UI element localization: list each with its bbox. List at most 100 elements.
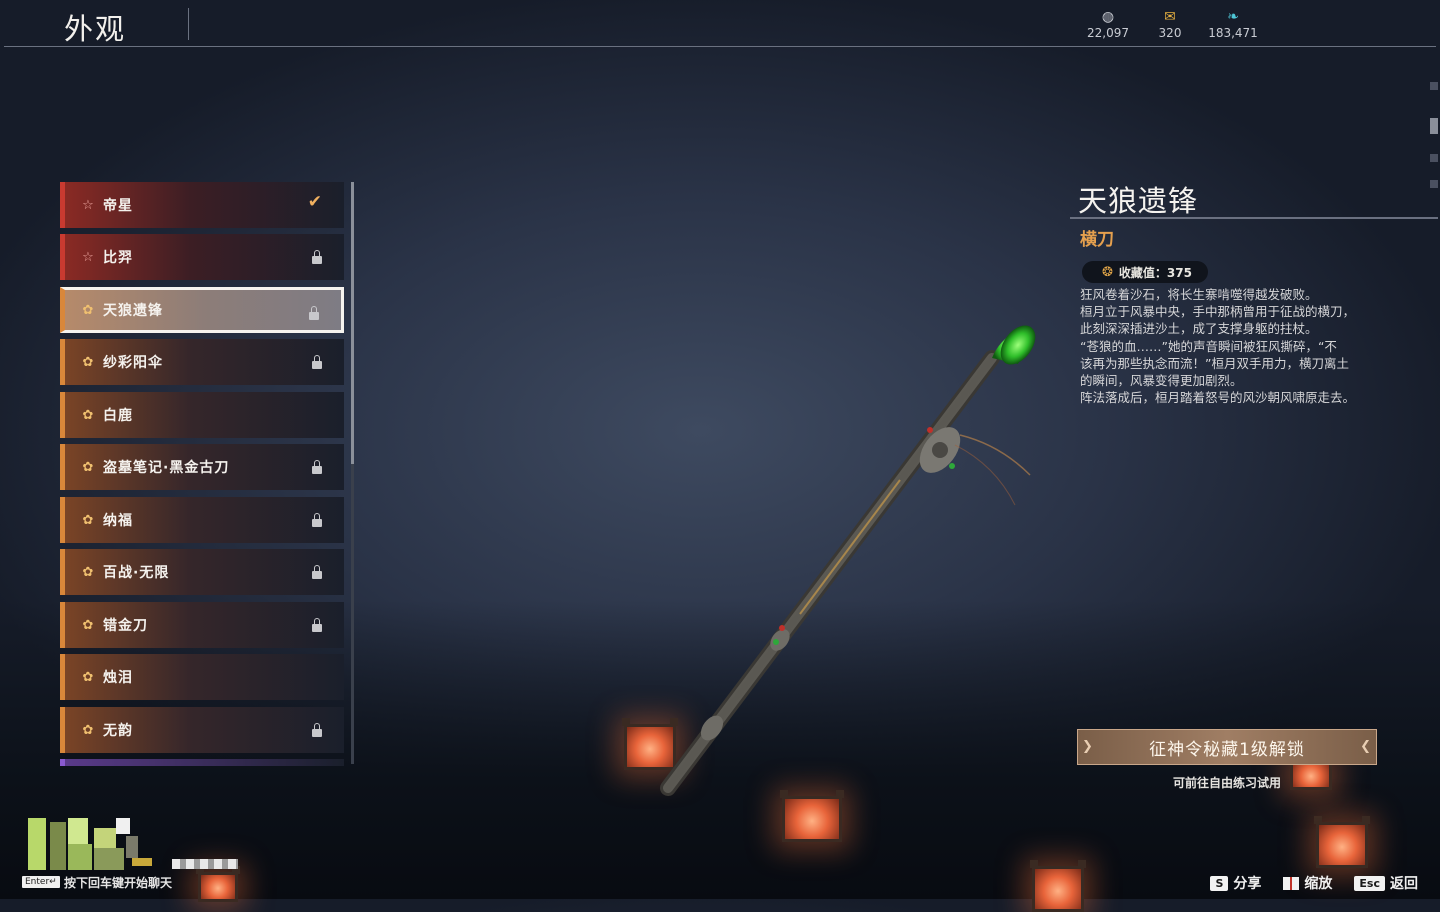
list-item[interactable]: ✿ 百战·无限 (60, 549, 344, 595)
currency-feather: ❧ 183,471 (1203, 8, 1263, 40)
list-scrollbar[interactable] (351, 182, 354, 764)
chevron-left-icon: ❯ (1082, 739, 1094, 754)
lock-icon (312, 250, 322, 264)
list-item[interactable]: ✿ 错金刀 (60, 602, 344, 648)
chat-hint[interactable]: 按下回车键开始聊天 (64, 874, 172, 891)
list-item-label: 百战·无限 (103, 565, 170, 581)
collection-icon: ❂ (1102, 264, 1113, 280)
flower-icon: ✿ (82, 564, 94, 580)
ticket-icon: ✉ (1164, 9, 1176, 25)
flower-icon: ✿ (82, 669, 94, 685)
coin-icon: ◍ (1101, 9, 1115, 25)
trial-hint: 可前往自由练习试用 (1172, 776, 1281, 790)
list-item[interactable]: ✿ 白鹿 (60, 392, 344, 438)
list-item[interactable]: ☆ 帝星 ✔ (60, 182, 344, 228)
list-item-label: 天狼遗锋 (103, 303, 163, 319)
share-shortcut[interactable]: S 分享 (1210, 873, 1261, 893)
shortcut-bar: S 分享 缩放 Esc 返回 (1210, 873, 1418, 893)
lantern-decoration (196, 866, 240, 902)
description-line: 桓月立于风暴中央，手中那柄曾用于征战的横刀， (1080, 304, 1356, 320)
currency-ticket: ✉ 320 (1140, 8, 1200, 40)
flower-icon: ✿ (82, 722, 94, 738)
flower-icon: ✿ (82, 407, 94, 423)
lock-icon (312, 565, 322, 579)
flower-icon: ✿ (82, 354, 94, 370)
lock-icon (312, 355, 322, 369)
list-item[interactable]: ✿ 纳福 (60, 497, 344, 543)
description-line: 的瞬间，风暴变得更加剧烈。 (1080, 373, 1243, 389)
description-line: 狂风卷着沙石，将长生寨啃噬得越发破败。 (1080, 287, 1318, 302)
checkmark-icon: ✔ (307, 192, 322, 212)
censored-avatar (28, 818, 158, 870)
description-line: 该再为那些执念而流！”桓月双手用力，横刀离土 (1080, 355, 1349, 371)
unlock-button-label: 征神令秘藏1级解锁 (1149, 739, 1305, 760)
title-divider (188, 8, 189, 40)
currency-value: 320 (1158, 26, 1182, 40)
shortcut-label: 分享 (1233, 876, 1262, 892)
flower-icon: ✿ (82, 302, 94, 318)
shortcut-label: 返回 (1390, 876, 1418, 892)
list-item[interactable]: ✿ 烛泪 (60, 654, 344, 700)
lock-icon (309, 306, 319, 320)
list-item-label: 错金刀 (103, 618, 148, 634)
list-item-partial[interactable] (60, 759, 344, 766)
list-item-label: 无韵 (103, 723, 133, 739)
collection-value: 收藏值：375 (1118, 265, 1192, 280)
key-s-icon: S (1210, 875, 1229, 891)
list-item-label: 帝星 (103, 198, 133, 214)
currency-value: 22,097 (1087, 26, 1129, 40)
lock-icon (312, 460, 322, 474)
censored-text (172, 855, 238, 871)
top-divider (4, 46, 1436, 47)
list-item[interactable]: ✿ 盗墓笔记·黑金古刀 (60, 444, 344, 490)
list-scrollbar-thumb[interactable] (351, 182, 354, 464)
list-item[interactable]: ✿ 纱彩阳伞 (60, 339, 344, 385)
flower-icon: ✿ (82, 617, 94, 633)
list-item-label: 比羿 (103, 250, 133, 266)
list-item-label: 纱彩阳伞 (103, 355, 163, 371)
currency-coin: ◍ 22,097 (1078, 8, 1138, 40)
side-indicator[interactable] (1430, 154, 1438, 162)
description-line: 此刻深深插进沙土，成了支撑身躯的拄杖。 (1080, 321, 1318, 337)
side-indicator[interactable] (1430, 118, 1438, 134)
list-item[interactable]: ☆ 比羿 (60, 234, 344, 280)
list-item-label: 盗墓笔记·黑金古刀 (103, 460, 230, 476)
list-item-label: 纳福 (103, 513, 133, 529)
feather-icon: ❧ (1227, 9, 1239, 25)
unlock-button[interactable]: ❯ 征神令秘藏1级解锁 ❮ (1077, 729, 1377, 765)
lantern-decoration (1030, 860, 1086, 912)
name-divider (1070, 217, 1438, 219)
flower-icon: ✿ (82, 512, 94, 528)
collection-value-badge: ❂ 收藏值：375 (1082, 261, 1208, 283)
lock-icon (312, 723, 322, 737)
flower-icon: ✿ (82, 459, 94, 475)
currency-value: 183,471 (1208, 26, 1258, 40)
description-line: 阵法落成后，桓月踏着怒号的风沙朝风啸原走去。 (1080, 390, 1356, 406)
list-item-label: 白鹿 (103, 408, 133, 424)
enter-key-icon: Enter↵ (22, 876, 60, 888)
list-item-selected[interactable]: ✿ 天狼遗锋 (60, 287, 344, 333)
zoom-shortcut[interactable]: 缩放 (1283, 873, 1332, 893)
shortcut-label: 缩放 (1304, 876, 1333, 892)
book-icon (1283, 876, 1300, 890)
item-type: 横刀 (1080, 230, 1114, 250)
back-shortcut[interactable]: Esc 返回 (1354, 873, 1418, 893)
page-title: 外观 (64, 12, 127, 46)
list-item[interactable]: ✿ 无韵 (60, 707, 344, 753)
lock-icon (312, 618, 322, 632)
item-name: 天狼遗锋 (1078, 184, 1199, 218)
key-esc-icon: Esc (1354, 875, 1385, 891)
star-icon: ☆ (82, 197, 94, 213)
side-indicator[interactable] (1430, 180, 1438, 188)
star-icon: ☆ (82, 249, 94, 265)
description-line: “苍狼的血……”她的声音瞬间被狂风撕碎，“不 (1080, 338, 1337, 354)
weapon-model[interactable] (600, 300, 1100, 820)
chevron-left-icon: ❮ (1360, 739, 1372, 754)
lantern-decoration (1314, 816, 1370, 868)
list-item-label: 烛泪 (103, 670, 133, 686)
side-indicator[interactable] (1430, 82, 1438, 90)
item-description: 狂风卷着沙石，将长生寨啃噬得越发破败。 桓月立于风暴中央，手中那柄曾用于征战的横… (1080, 286, 1380, 406)
appearance-list: ☆ 帝星 ✔ ☆ 比羿 ✿ 天狼遗锋 ✿ 纱彩阳伞 ✿ 白鹿 ✿ 盗墓笔记·黑金… (60, 182, 344, 766)
lock-icon (312, 513, 322, 527)
top-bar: 外观 ◍ 22,097 ✉ 320 ❧ 183,471 (0, 0, 1440, 48)
